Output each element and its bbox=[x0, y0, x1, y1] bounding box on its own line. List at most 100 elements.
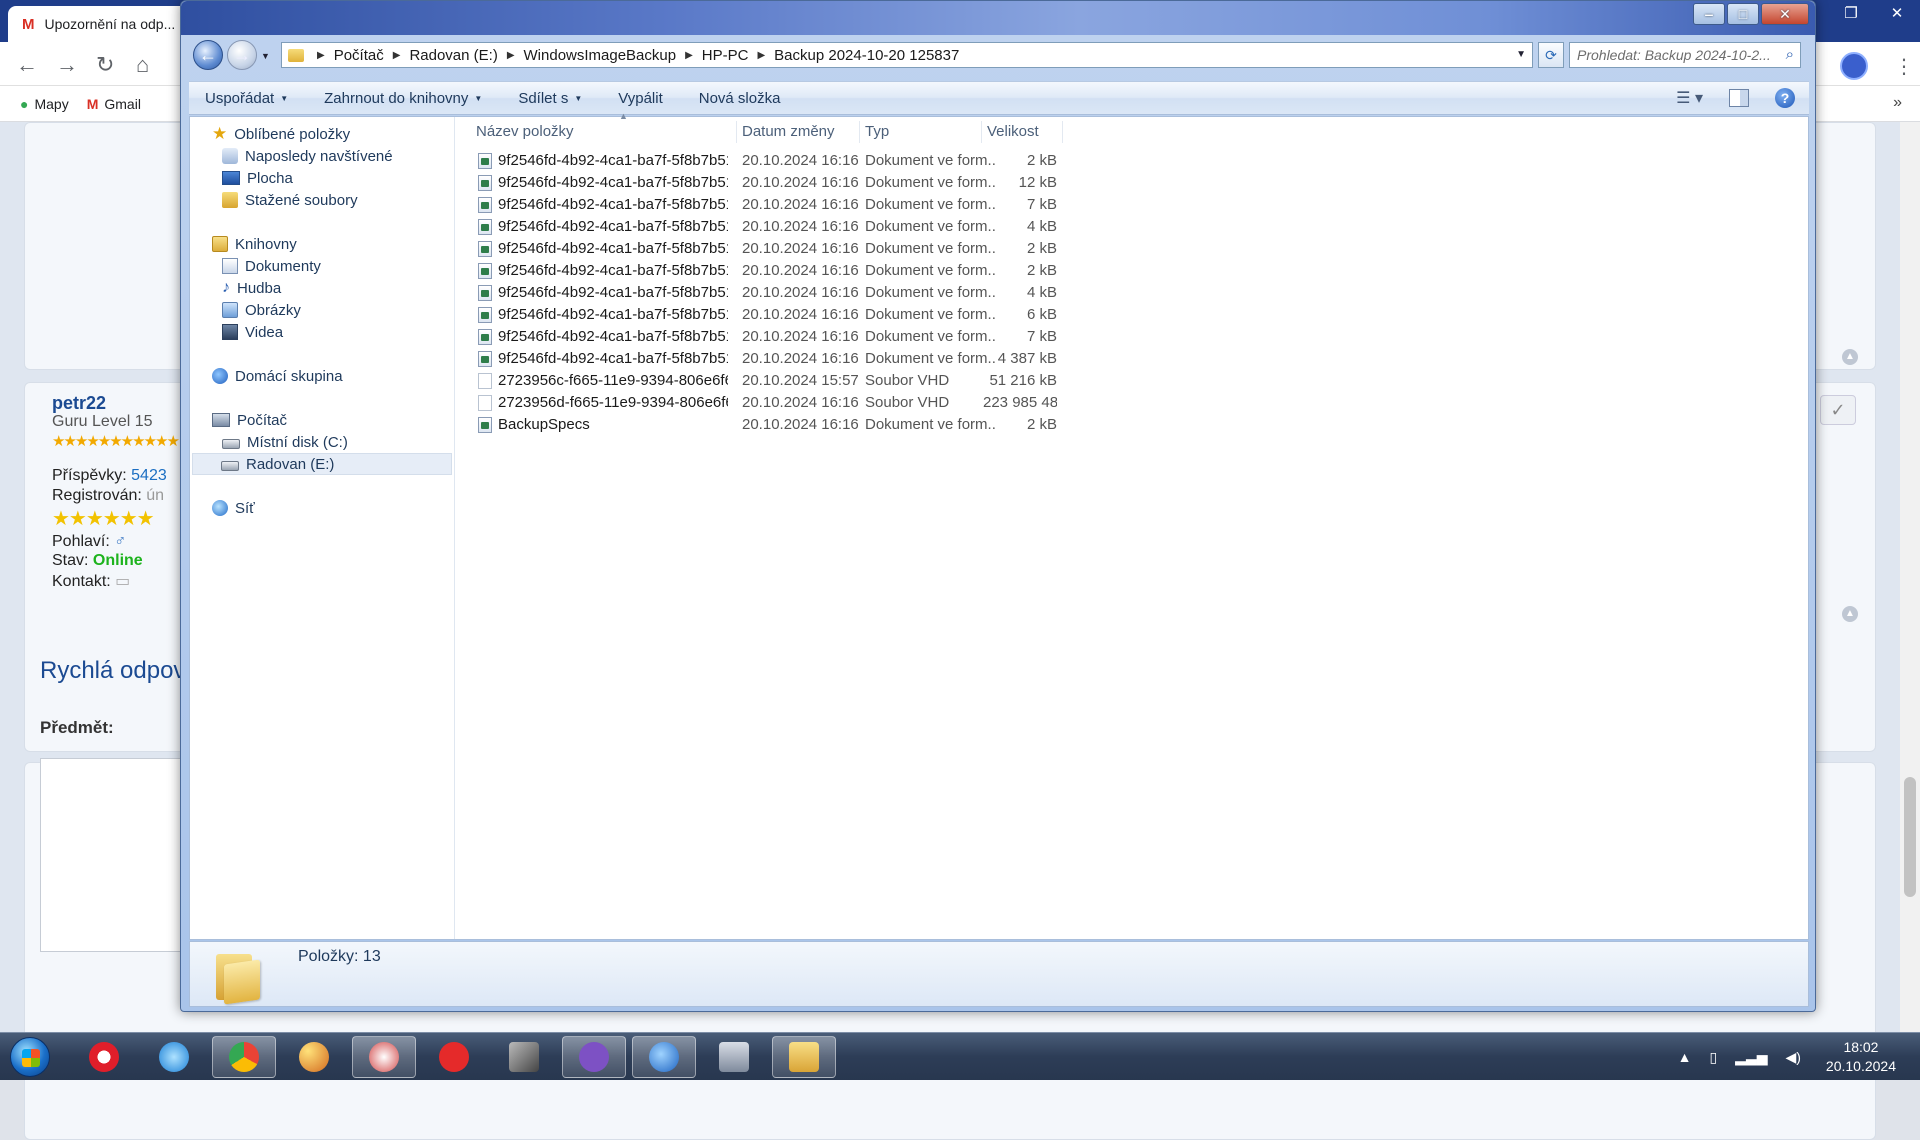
maximize-button[interactable]: □ bbox=[1727, 3, 1759, 25]
column-header-size[interactable]: Velikost bbox=[987, 117, 1061, 145]
bookmark-gmail[interactable]: M Gmail bbox=[87, 96, 141, 112]
column-divider[interactable] bbox=[1062, 121, 1063, 143]
burn-button[interactable]: Vypálit bbox=[600, 90, 680, 107]
column-divider[interactable] bbox=[981, 121, 982, 143]
nav-favorites[interactable]: ★ Oblíbené položky bbox=[212, 123, 350, 145]
file-row[interactable]: 9f2546fd-4b92-4ca1-ba7f-5f8b7b51a942... 2… bbox=[456, 238, 1808, 260]
taskbar-thunderbird[interactable] bbox=[632, 1036, 696, 1078]
more-bookmarks-button[interactable]: » bbox=[1893, 94, 1902, 112]
address-history-dropdown-icon[interactable]: ▼ bbox=[1516, 49, 1526, 60]
file-name-cell[interactable]: 9f2546fd-4b92-4ca1-ba7f-5f8b7b51a942... bbox=[478, 152, 728, 169]
posts-value[interactable]: 5423 bbox=[131, 467, 167, 484]
breadcrumb-windowsimagebackup[interactable]: WindowsImageBackup bbox=[524, 47, 677, 64]
new-folder-button[interactable]: Nová složka bbox=[681, 90, 799, 107]
taskbar-calculator[interactable] bbox=[702, 1036, 766, 1078]
nav-music[interactable]: ♪ Hudba bbox=[222, 277, 281, 299]
file-name-cell[interactable]: 9f2546fd-4b92-4ca1-ba7f-5f8b7b51a942... bbox=[478, 284, 728, 301]
column-header-type[interactable]: Typ bbox=[865, 117, 981, 145]
clock[interactable]: 18:02 20.10.2024 bbox=[1826, 1038, 1896, 1076]
taskbar-s-app[interactable] bbox=[422, 1036, 486, 1078]
preview-pane-icon[interactable] bbox=[1729, 89, 1749, 107]
breadcrumb-arrow-icon[interactable]: ▶ bbox=[393, 50, 401, 61]
file-row[interactable]: 9f2546fd-4b92-4ca1-ba7f-5f8b7b51a942... 2… bbox=[456, 304, 1808, 326]
nav-pictures[interactable]: Obrázky bbox=[222, 299, 301, 321]
close-icon[interactable]: ✕ bbox=[1874, 0, 1920, 26]
page-scrollbar[interactable] bbox=[1900, 122, 1920, 1032]
file-row[interactable]: 9f2546fd-4b92-4ca1-ba7f-5f8b7b51a942... 2… bbox=[456, 260, 1808, 282]
accept-answer-button[interactable]: ✓ bbox=[1820, 395, 1856, 425]
breadcrumb-arrow-icon[interactable]: ▶ bbox=[685, 50, 693, 61]
minimize-button[interactable]: ‒ bbox=[1693, 3, 1725, 25]
nav-libraries[interactable]: Knihovny bbox=[212, 233, 297, 255]
explorer-titlebar[interactable]: ‒ □ ✕ bbox=[181, 1, 1815, 35]
search-icon[interactable]: ⌕ bbox=[1786, 46, 1794, 63]
reply-textarea[interactable] bbox=[40, 758, 190, 952]
file-row[interactable]: BackupSpecs 20.10.2024 16:16 Dokument ve f… bbox=[456, 414, 1808, 436]
chat-bubble-icon[interactable]: ▭ bbox=[115, 573, 130, 590]
file-name-cell[interactable]: 9f2546fd-4b92-4ca1-ba7f-5f8b7b51a942... bbox=[478, 306, 728, 323]
show-hidden-icons-icon[interactable]: ▲ bbox=[1678, 1049, 1692, 1065]
breadcrumb-backup-folder[interactable]: Backup 2024-10-20 125837 bbox=[774, 47, 959, 64]
network-signal-icon[interactable]: ▂▃▅ bbox=[1735, 1049, 1767, 1066]
file-row[interactable]: 2723956d-f665-11e9-9394-806e6f6e696... 20… bbox=[456, 392, 1808, 414]
home-icon[interactable]: ⌂ bbox=[136, 52, 149, 78]
close-button[interactable]: ✕ bbox=[1761, 3, 1809, 25]
address-bar[interactable]: ▶ Počítač ▶ Radovan (E:) ▶ WindowsImageB… bbox=[281, 42, 1533, 68]
change-view-icon[interactable]: ☰ ▾ bbox=[1676, 88, 1703, 108]
taskbar-viber[interactable] bbox=[562, 1036, 626, 1078]
file-name-cell[interactable]: 9f2546fd-4b92-4ca1-ba7f-5f8b7b51a942... bbox=[478, 262, 728, 279]
forward-arrow-icon[interactable]: → bbox=[56, 52, 78, 78]
volume-icon[interactable]: ◀) bbox=[1785, 1049, 1800, 1066]
column-header-name[interactable]: Název položky bbox=[476, 117, 736, 145]
recent-pages-dropdown-icon[interactable]: ▼ bbox=[261, 51, 270, 61]
include-in-library-button[interactable]: Zahrnout do knihovny ▼ bbox=[306, 90, 500, 107]
nav-network[interactable]: Síť bbox=[212, 497, 255, 519]
column-divider[interactable] bbox=[859, 121, 860, 143]
taskbar-microphone[interactable] bbox=[492, 1036, 556, 1078]
breadcrumb-arrow-icon[interactable]: ▶ bbox=[757, 50, 765, 61]
file-name-cell[interactable]: BackupSpecs bbox=[478, 416, 728, 433]
file-row[interactable]: 9f2546fd-4b92-4ca1-ba7f-5f8b7b51a942... 2… bbox=[456, 194, 1808, 216]
file-name-cell[interactable]: 2723956c-f665-11e9-9394-806e6f6e6963... bbox=[478, 372, 728, 389]
file-name-cell[interactable]: 9f2546fd-4b92-4ca1-ba7f-5f8b7b51a942... bbox=[478, 328, 728, 345]
refresh-button[interactable]: ⟳ bbox=[1538, 42, 1564, 68]
organize-button[interactable]: Uspořádat ▼ bbox=[189, 90, 306, 107]
column-divider[interactable] bbox=[736, 121, 737, 143]
back-arrow-icon[interactable]: ← bbox=[16, 52, 38, 78]
menu-kebab-icon[interactable]: ⋮ bbox=[1894, 54, 1914, 79]
file-name-cell[interactable]: 2723956d-f665-11e9-9394-806e6f6e696... bbox=[478, 394, 728, 411]
file-name-cell[interactable]: 9f2546fd-4b92-4ca1-ba7f-5f8b7b51a942... bbox=[478, 240, 728, 257]
nav-homegroup[interactable]: Domácí skupina bbox=[212, 365, 343, 387]
taskbar-chrome[interactable] bbox=[212, 1036, 276, 1078]
device-icon[interactable]: ▯ bbox=[1709, 1049, 1717, 1066]
bookmark-maps[interactable]: ● Mapy bbox=[20, 96, 69, 112]
restore-icon[interactable]: ❐ bbox=[1828, 0, 1874, 26]
file-row[interactable]: 9f2546fd-4b92-4ca1-ba7f-5f8b7b51a942... 2… bbox=[456, 348, 1808, 370]
help-icon[interactable]: ? bbox=[1775, 88, 1795, 108]
nav-recent-places[interactable]: Naposledy navštívené bbox=[222, 145, 393, 167]
file-name-cell[interactable]: 9f2546fd-4b92-4ca1-ba7f-5f8b7b51a942... bbox=[478, 174, 728, 191]
back-button[interactable]: ← bbox=[193, 40, 223, 70]
taskbar-snipping-tool[interactable] bbox=[352, 1036, 416, 1078]
breadcrumb-drive[interactable]: Radovan (E:) bbox=[409, 47, 497, 64]
profile-avatar[interactable] bbox=[1840, 52, 1868, 80]
scrollbar-thumb[interactable] bbox=[1904, 777, 1916, 897]
search-input[interactable]: Prohledat: Backup 2024-10-2... ⌕ bbox=[1569, 42, 1801, 68]
file-row[interactable]: 9f2546fd-4b92-4ca1-ba7f-5f8b7b51a942... 2… bbox=[456, 326, 1808, 348]
scroll-to-top-icon[interactable]: ▲ bbox=[1842, 606, 1858, 622]
taskbar-paint[interactable] bbox=[282, 1036, 346, 1078]
breadcrumb-hp-pc[interactable]: HP-PC bbox=[702, 47, 749, 64]
column-header-date[interactable]: Datum změny bbox=[742, 117, 858, 145]
nav-videos[interactable]: Videa bbox=[222, 321, 283, 343]
file-row[interactable]: 9f2546fd-4b92-4ca1-ba7f-5f8b7b51a942... 2… bbox=[456, 150, 1808, 172]
share-with-button[interactable]: Sdílet s ▼ bbox=[500, 90, 600, 107]
breadcrumb-computer[interactable]: Počítač bbox=[334, 47, 384, 64]
reload-icon[interactable]: ↻ bbox=[96, 52, 114, 78]
scroll-to-top-icon[interactable]: ▲ bbox=[1842, 349, 1858, 365]
forward-button[interactable]: → bbox=[227, 40, 257, 70]
nav-drive-e[interactable]: Radovan (E:) bbox=[192, 453, 452, 475]
breadcrumb-arrow-icon[interactable]: ▶ bbox=[317, 50, 325, 61]
nav-desktop[interactable]: Plocha bbox=[222, 167, 293, 189]
breadcrumb-arrow-icon[interactable]: ▶ bbox=[507, 50, 515, 61]
nav-documents[interactable]: Dokumenty bbox=[222, 255, 321, 277]
